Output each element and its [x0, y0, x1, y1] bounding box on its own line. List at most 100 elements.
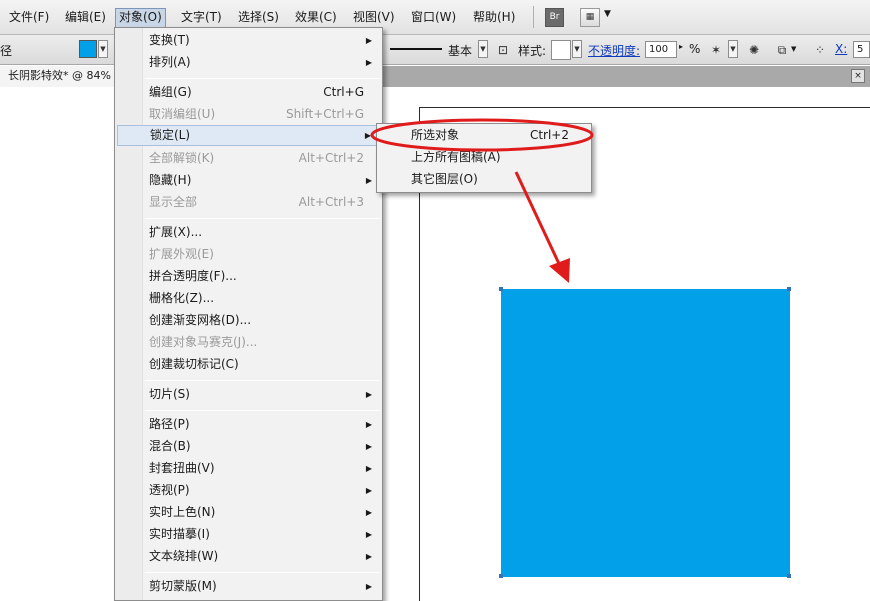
opacity-stepper-icon[interactable]: ▸: [679, 42, 683, 51]
menu-window[interactable]: 窗口(W): [408, 8, 459, 28]
menu-item-label: 封套扭曲(V): [149, 461, 215, 475]
graphic-style-swatch[interactable]: [551, 40, 571, 60]
menu-item-label: 扩展外观(E): [149, 247, 214, 261]
recolor-artwork-icon[interactable]: ✶: [708, 42, 724, 58]
lock-submenu: 所选对象 Ctrl+2 上方所有图稿(A) 其它图层(O): [376, 123, 592, 193]
menu-view[interactable]: 视图(V): [350, 8, 398, 28]
document-setup-icon[interactable]: ⊡: [495, 42, 511, 58]
submenu-arrow-icon: ▶: [365, 390, 372, 399]
menu-item-label: 透视(P): [149, 483, 190, 497]
bridge-icon[interactable]: Br: [545, 8, 564, 27]
menu-item-create-crop-marks[interactable]: 创建裁切标记(C): [117, 354, 380, 375]
submenu-arrow-icon: ▶: [365, 486, 372, 495]
menu-item-label: 显示全部: [149, 195, 198, 209]
submenu-arrow-icon: ▶: [364, 131, 371, 140]
opacity-input[interactable]: 100: [645, 41, 677, 58]
fill-color-swatch[interactable]: [79, 40, 97, 58]
anchor-point-bottom-right[interactable]: [787, 574, 791, 578]
menubar-divider: [533, 6, 534, 28]
submenu-arrow-icon: ▶: [365, 508, 372, 517]
menu-item-live-trace[interactable]: 实时描摹(I) ▶: [117, 524, 380, 545]
menu-item-label: 排列(A): [149, 55, 191, 69]
menu-item-label: 拼合透明度(F)...: [149, 269, 237, 283]
menu-item-label: 实时上色(N): [149, 505, 216, 519]
menu-item-rasterize[interactable]: 栅格化(Z)...: [117, 288, 380, 309]
menu-help[interactable]: 帮助(H): [470, 8, 518, 28]
menu-item-text-wrap[interactable]: 文本绕排(W) ▶: [117, 546, 380, 567]
menu-separator: [145, 218, 380, 219]
style-label: 样式:: [518, 44, 547, 58]
menu-item-unlock-all: 全部解锁(K) Alt+Ctrl+2: [117, 148, 380, 169]
submenu-arrow-icon: ▶: [365, 464, 372, 473]
anchor-point-top-right[interactable]: [787, 287, 791, 291]
submenu-arrow-icon: ▶: [365, 176, 372, 185]
submenu-item-all-artwork-above[interactable]: 上方所有图稿(A): [379, 147, 589, 168]
document-tab[interactable]: 长阴影特效* @ 84%: [0, 66, 118, 87]
menu-item-live-paint[interactable]: 实时上色(N) ▶: [117, 502, 380, 523]
menu-item-envelope-distort[interactable]: 封套扭曲(V) ▶: [117, 458, 380, 479]
menu-select[interactable]: 选择(S): [235, 8, 282, 28]
menu-item-arrange[interactable]: 排列(A) ▶: [117, 52, 380, 73]
menu-separator: [145, 572, 380, 573]
menu-item-create-gradient-mesh[interactable]: 创建渐变网格(D)...: [117, 310, 380, 331]
menu-type[interactable]: 文字(T): [178, 8, 225, 28]
opacity-label[interactable]: 不透明度:: [588, 42, 640, 59]
menu-item-label: 创建渐变网格(D)...: [149, 313, 252, 327]
menu-item-transform[interactable]: 变换(T) ▶: [117, 30, 380, 51]
style-dropdown-arrow-icon[interactable]: ▼: [572, 40, 582, 58]
menu-item-shortcut: Ctrl+G: [323, 85, 364, 99]
brush-dropdown-arrow-icon[interactable]: ▼: [478, 40, 488, 58]
menu-item-shortcut: Alt+Ctrl+2: [298, 151, 364, 165]
artboard-edge-top: [419, 107, 870, 108]
submenu-arrow-icon: ▶: [365, 36, 372, 45]
submenu-arrow-icon: ▶: [365, 420, 372, 429]
align-selection-icon[interactable]: ⧉: [774, 42, 790, 58]
menu-item-label: 全部解锁(K): [149, 151, 215, 165]
menu-item-perspective[interactable]: 透视(P) ▶: [117, 480, 380, 501]
menu-item-clipping-mask[interactable]: 剪切蒙版(M) ▶: [117, 576, 380, 597]
menu-item-lock[interactable]: 锁定(L) ▶: [117, 125, 380, 146]
menu-item-label: 切片(S): [149, 387, 190, 401]
menu-item-group[interactable]: 编组(G) Ctrl+G: [117, 82, 380, 103]
submenu-item-other-layers[interactable]: 其它图层(O): [379, 169, 589, 190]
arrange-dropdown-arrow-icon[interactable]: ▼: [604, 9, 611, 19]
menu-edit[interactable]: 编辑(E): [62, 8, 109, 28]
transform-reference-icon[interactable]: ⁘: [812, 42, 828, 58]
submenu-arrow-icon: ▶: [365, 552, 372, 561]
object-menu-dropdown: 变换(T) ▶ 排列(A) ▶ 编组(G) Ctrl+G 取消编组(U) Shift+C…: [114, 27, 383, 601]
submenu-item-selection[interactable]: 所选对象 Ctrl+2: [379, 125, 589, 146]
menu-item-blend[interactable]: 混合(B) ▶: [117, 436, 380, 457]
recolor-dropdown-arrow-icon[interactable]: ▼: [728, 40, 738, 58]
x-label[interactable]: X:: [835, 42, 847, 56]
menu-file[interactable]: 文件(F): [6, 8, 52, 28]
menu-item-label: 栅格化(Z)...: [149, 291, 215, 305]
menu-item-hide[interactable]: 隐藏(H) ▶: [117, 170, 380, 191]
menu-item-label: 其它图层(O): [411, 172, 478, 186]
blue-rectangle-object[interactable]: [501, 289, 790, 577]
menu-effect[interactable]: 效果(C): [292, 8, 340, 28]
menu-item-slice[interactable]: 切片(S) ▶: [117, 384, 380, 405]
isolate-group-icon[interactable]: ✺: [746, 42, 762, 58]
menu-item-label: 上方所有图稿(A): [411, 150, 501, 164]
align-dropdown-arrow-icon[interactable]: ▼: [791, 45, 796, 53]
brush-stroke-preview: [390, 48, 442, 50]
arrange-documents-icon[interactable]: ▦: [580, 8, 600, 27]
fill-dropdown-arrow-icon[interactable]: ▼: [98, 40, 108, 58]
submenu-arrow-icon: ▶: [365, 582, 372, 591]
anchor-point-top-left[interactable]: [499, 287, 503, 291]
anchor-point-bottom-left[interactable]: [499, 574, 503, 578]
x-input[interactable]: 5: [853, 41, 870, 58]
submenu-arrow-icon: ▶: [365, 442, 372, 451]
brush-value[interactable]: 基本: [448, 42, 472, 59]
close-icon[interactable]: ×: [851, 69, 865, 83]
menu-item-ungroup: 取消编组(U) Shift+Ctrl+G: [117, 104, 380, 125]
menu-item-label: 隐藏(H): [149, 173, 192, 187]
submenu-arrow-icon: ▶: [365, 530, 372, 539]
menu-item-label: 扩展(X)...: [149, 225, 203, 239]
menu-item-expand[interactable]: 扩展(X)...: [117, 222, 380, 243]
menu-item-path[interactable]: 路径(P) ▶: [117, 414, 380, 435]
menu-object[interactable]: 对象(O): [115, 8, 166, 28]
menu-item-flatten-transparency[interactable]: 拼合透明度(F)...: [117, 266, 380, 287]
menu-item-label: 创建裁切标记(C): [149, 357, 239, 371]
menu-item-create-object-mosaic: 创建对象马赛克(J)...: [117, 332, 380, 353]
